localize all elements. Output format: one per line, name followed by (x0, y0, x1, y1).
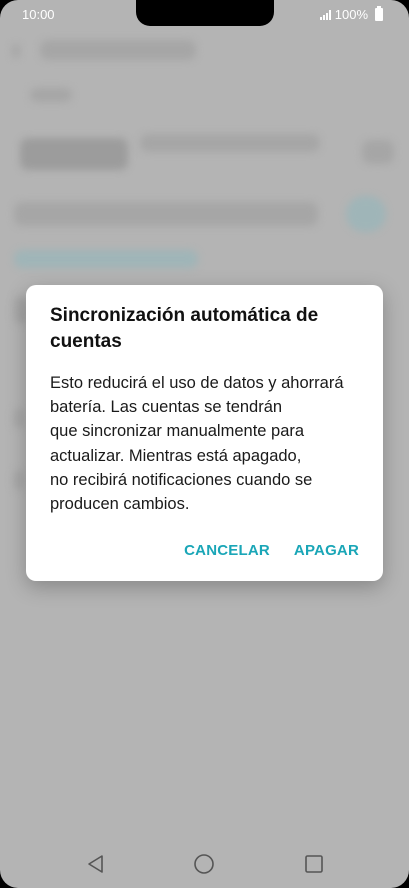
background-row (14, 202, 318, 226)
background-edge-3 (14, 470, 24, 490)
background-title (40, 40, 196, 60)
background-header (20, 138, 128, 170)
battery-percent: 100% (334, 7, 368, 22)
battery-icon (375, 6, 383, 21)
background-toggle (346, 196, 386, 232)
background-edge-2 (14, 408, 24, 428)
dialog-title: Sincronización automática de cuentas (50, 305, 319, 352)
dialog-message: Esto reducirá el uso de datos y ahorrará… (50, 374, 344, 514)
turn-off-button[interactable]: APAGAR (294, 542, 359, 559)
sync-off-dialog: Sincronización automática de cuentas Est… (26, 285, 383, 581)
background-subtitle (30, 88, 72, 102)
navigation-bar (0, 830, 409, 888)
background-link (14, 250, 198, 268)
home-circle-icon[interactable] (192, 852, 216, 876)
background-text (140, 134, 320, 152)
dialog-actions: CANCELAR APAGAR (184, 542, 359, 559)
status-indicators: 100% (319, 6, 383, 22)
screen: 10:00 100% Sincronización automática de … (0, 0, 409, 888)
background-back-icon (12, 44, 20, 58)
status-time: 10:00 (22, 7, 55, 22)
cancel-button[interactable]: CANCELAR (184, 542, 270, 559)
background-icon (362, 140, 394, 164)
recents-square-icon[interactable] (302, 852, 326, 876)
signal-icon (319, 9, 331, 20)
back-triangle-icon[interactable] (84, 852, 108, 876)
camera-notch (136, 0, 274, 26)
